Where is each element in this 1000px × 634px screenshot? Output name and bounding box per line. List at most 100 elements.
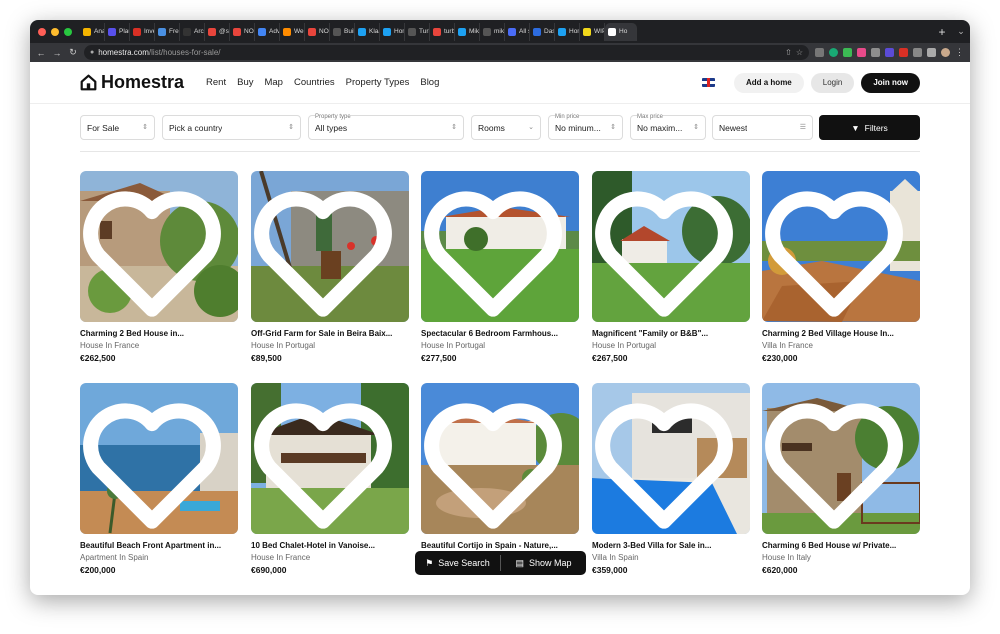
listing-title[interactable]: 10 Bed Chalet-Hotel in Vanoise... bbox=[251, 541, 409, 550]
browser-tab[interactable]: Plaus bbox=[105, 22, 130, 41]
browser-tab[interactable]: NOS bbox=[305, 22, 330, 41]
browser-tab[interactable]: Home bbox=[555, 22, 580, 41]
browser-tab[interactable]: Adve bbox=[255, 22, 280, 41]
favorite-heart-icon[interactable] bbox=[421, 177, 572, 322]
browser-tab[interactable]: Dash bbox=[530, 22, 555, 41]
listing-photo[interactable] bbox=[592, 383, 750, 534]
extension-box-icon[interactable] bbox=[871, 48, 880, 57]
listing-title[interactable]: Charming 6 Bed House w/ Private... bbox=[762, 541, 920, 550]
listing-photo[interactable] bbox=[421, 171, 579, 322]
listing-photo[interactable] bbox=[421, 383, 579, 534]
favorite-heart-icon[interactable] bbox=[251, 389, 402, 534]
extension-grammar-icon[interactable] bbox=[829, 48, 838, 57]
save-search-button[interactable]: ⚑ Save Search bbox=[415, 551, 500, 575]
listing-photo[interactable] bbox=[762, 171, 920, 322]
listing-card[interactable]: Beautiful Beach Front Apartment in... Ap… bbox=[80, 383, 238, 575]
nav-buy[interactable]: Buy bbox=[237, 77, 253, 88]
browser-tab[interactable]: turbo bbox=[430, 22, 455, 41]
listing-title[interactable]: Modern 3-Bed Villa for Sale in... bbox=[592, 541, 750, 550]
extension-pink-icon[interactable] bbox=[857, 48, 866, 57]
browser-tab[interactable]: Klaas bbox=[355, 22, 380, 41]
listing-title[interactable]: Spectacular 6 Bedroom Farmhous... bbox=[421, 329, 579, 338]
listing-card[interactable]: Magnificent "Family or B&B"... House In … bbox=[592, 171, 750, 363]
favorite-heart-icon[interactable] bbox=[80, 177, 231, 322]
listing-title[interactable]: Charming 2 Bed House in... bbox=[80, 329, 238, 338]
listing-title[interactable]: Off-Grid Farm for Sale in Beira Baix... bbox=[251, 329, 409, 338]
listing-card[interactable]: Charming 6 Bed House w/ Private... House… bbox=[762, 383, 920, 575]
join-now-button[interactable]: Join now bbox=[861, 72, 920, 93]
browser-tab[interactable]: We tr bbox=[280, 22, 305, 41]
nav-property-types[interactable]: Property Types bbox=[346, 77, 410, 88]
back-icon[interactable]: ← bbox=[36, 48, 46, 58]
nav-map[interactable]: Map bbox=[264, 77, 282, 88]
favorite-heart-icon[interactable] bbox=[80, 389, 231, 534]
homestra-logo[interactable]: Homestra bbox=[80, 72, 184, 93]
listing-card[interactable]: Modern 3-Bed Villa for Sale in... Villa … bbox=[592, 383, 750, 575]
max-price-select[interactable]: Max price No maxim... ⇕ bbox=[630, 114, 706, 140]
tab-search-chevron-icon[interactable]: ⌄ bbox=[952, 26, 970, 37]
browser-tab[interactable]: Mikro bbox=[455, 22, 480, 41]
uk-flag-language-icon[interactable] bbox=[701, 78, 715, 87]
login-button[interactable]: Login bbox=[810, 72, 855, 93]
listing-photo[interactable] bbox=[80, 171, 238, 322]
extension-camera-icon[interactable] bbox=[815, 48, 824, 57]
favorite-heart-icon[interactable] bbox=[251, 177, 402, 322]
listing-photo[interactable] bbox=[762, 383, 920, 534]
browser-tab[interactable]: NOS bbox=[230, 22, 255, 41]
new-tab-button[interactable]: + bbox=[932, 25, 952, 39]
rooms-select[interactable]: Rooms ⌄ bbox=[471, 115, 541, 140]
address-bar[interactable]: ● homestra.com/list/houses-for-sale/ ⇧ ☆ bbox=[84, 45, 809, 60]
extension-shield-icon[interactable] bbox=[843, 48, 852, 57]
browser-tab[interactable]: mikro bbox=[480, 22, 505, 41]
show-map-button[interactable]: ▤ Show Map bbox=[501, 551, 586, 575]
sort-select[interactable]: Newest ☰ bbox=[712, 115, 813, 140]
bookmark-star-icon[interactable]: ☆ bbox=[796, 48, 803, 57]
listing-card[interactable]: 10 Bed Chalet-Hotel in Vanoise... House … bbox=[251, 383, 409, 575]
favorite-heart-icon[interactable] bbox=[421, 389, 572, 534]
add-home-button[interactable]: Add a home bbox=[733, 72, 804, 93]
extension-counter-icon[interactable] bbox=[885, 48, 894, 57]
listing-card[interactable]: Charming 2 Bed House in... House In Fran… bbox=[80, 171, 238, 363]
maximize-window-button[interactable] bbox=[64, 27, 72, 36]
listing-photo[interactable] bbox=[80, 383, 238, 534]
filters-button[interactable]: ▼ Filters bbox=[819, 115, 920, 140]
listing-card[interactable]: Beautiful Cortijo in Spain - Nature,... … bbox=[421, 383, 579, 575]
browser-tab[interactable]: Ho bbox=[605, 22, 637, 41]
listing-card[interactable]: Charming 2 Bed Village House In... Villa… bbox=[762, 171, 920, 363]
browser-menu-icon[interactable]: ⋮ bbox=[955, 47, 964, 58]
listing-card[interactable]: Spectacular 6 Bedroom Farmhous... House … bbox=[421, 171, 579, 363]
favorite-heart-icon[interactable] bbox=[762, 177, 913, 322]
browser-tab[interactable]: Inves bbox=[130, 22, 155, 41]
listing-photo[interactable] bbox=[251, 383, 409, 534]
listing-title[interactable]: Charming 2 Bed Village House In... bbox=[762, 329, 920, 338]
listing-photo[interactable] bbox=[592, 171, 750, 322]
listing-title[interactable]: Beautiful Cortijo in Spain - Nature,... bbox=[421, 541, 579, 550]
browser-tab[interactable]: @sw bbox=[205, 22, 230, 41]
browser-tab[interactable]: Home bbox=[380, 22, 405, 41]
nav-blog[interactable]: Blog bbox=[420, 77, 439, 88]
minimize-window-button[interactable] bbox=[51, 27, 59, 36]
forward-icon[interactable]: → bbox=[52, 48, 62, 58]
favorite-heart-icon[interactable] bbox=[592, 177, 743, 322]
property-type-select[interactable]: Property type All types ⇕ bbox=[308, 114, 464, 140]
profile-avatar[interactable] bbox=[941, 48, 950, 57]
listing-photo[interactable] bbox=[251, 171, 409, 322]
extensions-puzzle-icon[interactable] bbox=[913, 48, 922, 57]
reload-icon[interactable]: ↻ bbox=[68, 47, 78, 58]
favorite-heart-icon[interactable] bbox=[592, 389, 743, 534]
browser-tab[interactable]: Turbo bbox=[405, 22, 430, 41]
listing-card[interactable]: Off-Grid Farm for Sale in Beira Baix... … bbox=[251, 171, 409, 363]
browser-tab[interactable]: Build bbox=[330, 22, 355, 41]
min-price-select[interactable]: Min price No minum... ⇕ bbox=[548, 114, 623, 140]
browser-tab[interactable]: WIP bbox=[580, 22, 605, 41]
country-select[interactable]: Pick a country ⇕ bbox=[162, 115, 301, 140]
extension-red-icon[interactable] bbox=[899, 48, 908, 57]
share-icon[interactable]: ⇧ bbox=[785, 48, 792, 57]
nav-rent[interactable]: Rent bbox=[206, 77, 226, 88]
listing-title[interactable]: Magnificent "Family or B&B"... bbox=[592, 329, 750, 338]
listing-type-select[interactable]: For Sale ⇕ bbox=[80, 115, 155, 140]
browser-tab[interactable]: Free I bbox=[155, 22, 180, 41]
nav-countries[interactable]: Countries bbox=[294, 77, 335, 88]
sidebar-toggle-icon[interactable] bbox=[927, 48, 936, 57]
browser-tab[interactable]: Analy bbox=[80, 22, 105, 41]
